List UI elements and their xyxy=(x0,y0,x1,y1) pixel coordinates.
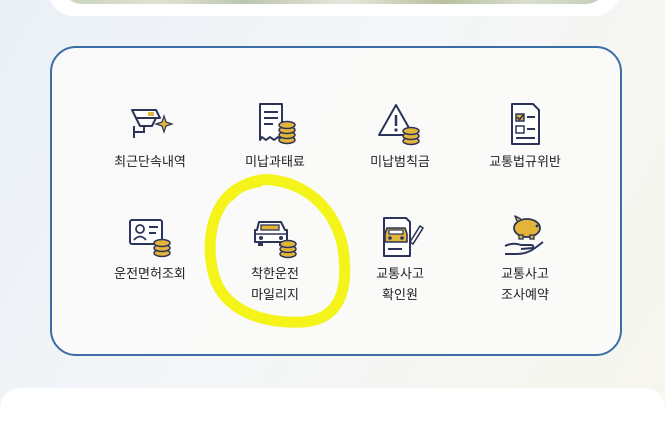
cctv-camera-icon xyxy=(131,109,174,138)
piggy-bank-hand-icon xyxy=(504,215,544,255)
menu-item-license-lookup[interactable]: 운전면허조회 xyxy=(85,212,215,285)
menu-label-line2: 마일리지 xyxy=(251,288,299,303)
banner-card xyxy=(48,0,620,16)
menu-label: 최근단속내역 xyxy=(114,155,186,170)
bottom-card xyxy=(0,388,665,428)
menu-label: 교통법규위반 xyxy=(489,155,561,170)
quick-menu-panel: 최근단속내역 미납과태료 미납범칙금 교통법규위반 운전면허조회 착한운전 마일… xyxy=(50,46,622,356)
menu-label: 운전면허조회 xyxy=(114,267,186,282)
menu-label: 미납범칙금 xyxy=(370,155,430,170)
menu-item-traffic-violation[interactable]: 교통법규위반 xyxy=(460,100,590,173)
banner-image xyxy=(62,0,606,4)
id-card-coins-icon xyxy=(129,219,171,258)
menu-item-recent-enforcement[interactable]: 최근단속내역 xyxy=(85,100,215,173)
menu-label-line1: 교통사고 xyxy=(376,267,424,282)
warning-coins-icon xyxy=(378,104,420,146)
menu-item-unpaid-penalty[interactable]: 미납범칙금 xyxy=(335,100,465,173)
menu-label: 미납과태료 xyxy=(245,155,305,170)
receipt-coins-icon xyxy=(259,103,296,145)
menu-item-safe-driving-mileage[interactable]: 착한운전 마일리지 xyxy=(210,212,340,306)
checklist-document-icon xyxy=(511,103,540,145)
menu-label-line2: 확인원 xyxy=(382,288,418,303)
menu-label-line2: 조사예약 xyxy=(501,288,549,303)
menu-item-accident-confirmation[interactable]: 교통사고 확인원 xyxy=(335,212,465,306)
menu-label-line1: 교통사고 xyxy=(501,267,549,282)
accident-report-icon xyxy=(383,217,424,257)
menu-item-accident-investigation[interactable]: 교통사고 조사예약 xyxy=(460,212,590,306)
car-coins-icon xyxy=(254,221,297,259)
menu-item-unpaid-fine[interactable]: 미납과태료 xyxy=(210,100,340,173)
menu-label-line1: 착한운전 xyxy=(251,267,299,282)
